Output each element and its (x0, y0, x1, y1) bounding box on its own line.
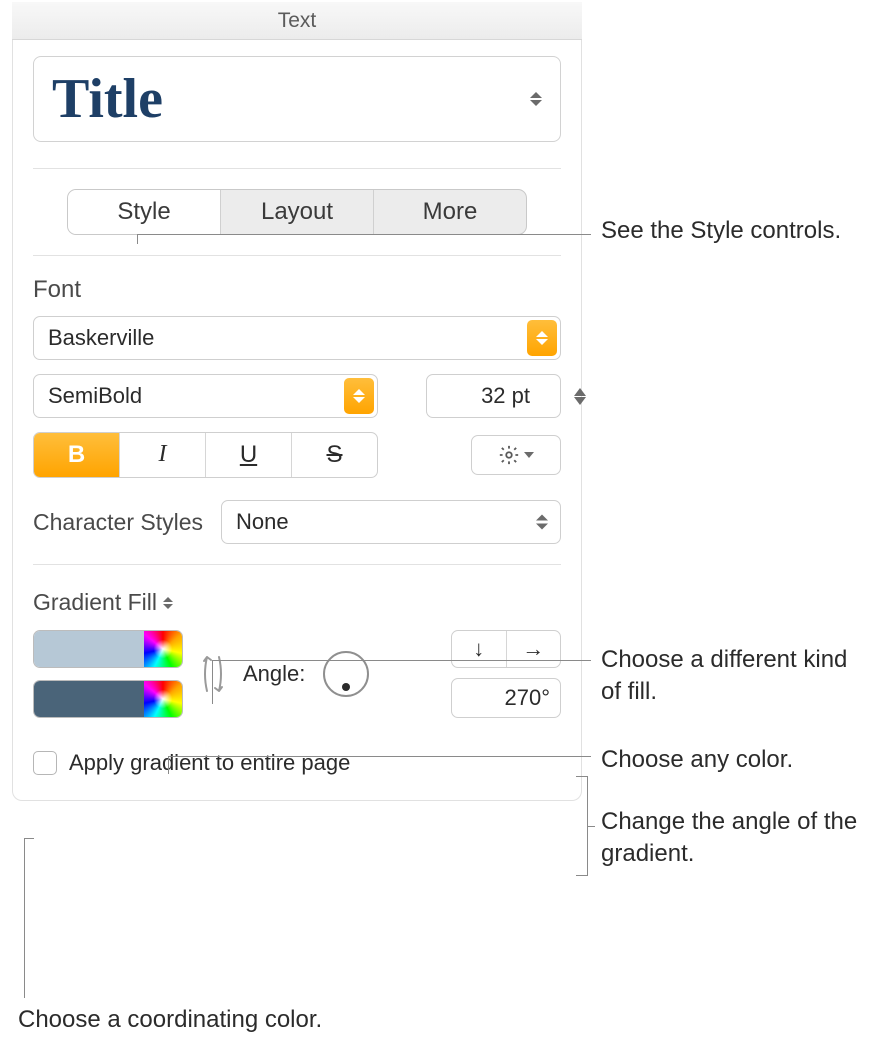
callout-lead (212, 660, 591, 661)
font-size-stepper[interactable] (569, 374, 591, 418)
popup-arrows-icon (344, 378, 374, 414)
callout-style-controls: See the Style controls. (601, 215, 871, 247)
angle-value: 270° (504, 685, 550, 710)
apply-entire-page-checkbox[interactable] (33, 751, 57, 775)
divider (33, 168, 561, 169)
callout-fill-kind: Choose a different kind of fill. (601, 644, 871, 709)
gradient-controls: Angle: ↓ → 270° (33, 630, 561, 718)
color-swatch-1[interactable] (34, 631, 144, 667)
tabs-segmented: Style Layout More (67, 189, 527, 235)
paragraph-style-dropdown[interactable]: Title (33, 56, 561, 142)
biu-row: B I U S (33, 432, 561, 478)
divider (33, 564, 561, 565)
stepper-up-icon (574, 388, 586, 396)
swap-icon (201, 649, 225, 699)
tab-more[interactable]: More (374, 190, 526, 234)
gradient-color-1 (33, 630, 183, 668)
popup-arrows-icon (527, 320, 557, 356)
bold-button[interactable]: B (34, 433, 120, 477)
gear-icon (498, 444, 520, 466)
chevron-updown-icon (163, 597, 173, 609)
apply-entire-page-label: Apply gradient to entire page (69, 750, 350, 776)
text-inspector-panel: Text Title Style Layout More Font Basker… (12, 2, 582, 801)
callout-any-color: Choose any color. (601, 744, 871, 776)
figure: Text Title Style Layout More Font Basker… (0, 0, 883, 1043)
chevron-updown-icon (528, 89, 544, 109)
angle-value-field[interactable]: 270° (451, 678, 561, 718)
apply-entire-page-row: Apply gradient to entire page (33, 750, 561, 776)
callout-lead (168, 756, 169, 774)
font-size-field[interactable]: 32 pt (426, 374, 561, 418)
color-swatch-2[interactable] (34, 681, 144, 717)
callout-lead (168, 756, 591, 757)
angle-column: ↓ → 270° (451, 630, 561, 718)
callout-lead (137, 234, 591, 235)
callout-coord-color: Choose a coordinating color. (18, 1004, 518, 1036)
direction-right-button[interactable]: → (507, 631, 561, 667)
divider (33, 255, 561, 256)
callout-angle: Change the angle of the gradient. (601, 806, 871, 871)
tab-style[interactable]: Style (68, 190, 221, 234)
font-weight-popup[interactable]: SemiBold (33, 374, 378, 418)
italic-button[interactable]: I (120, 433, 206, 477)
color-wheel-button[interactable] (144, 681, 182, 717)
fill-type-label: Gradient Fill (33, 589, 157, 616)
angle-knob[interactable] (323, 651, 369, 697)
callout-lead (587, 826, 595, 827)
font-section-label: Font (33, 276, 561, 304)
swap-colors-button[interactable] (201, 649, 225, 699)
direction-down-button[interactable]: ↓ (452, 631, 507, 667)
text-style-group: B I U S (33, 432, 378, 478)
gradient-color-2 (33, 680, 183, 718)
color-wells (33, 630, 183, 718)
angle-direction-segmented: ↓ → (451, 630, 561, 668)
weight-size-row: SemiBold 32 pt (33, 374, 561, 418)
character-styles-row: Character Styles None (33, 500, 561, 544)
color-wheel-button[interactable] (144, 631, 182, 667)
panel-title: Text (12, 2, 582, 40)
character-styles-label: Character Styles (33, 509, 203, 536)
character-styles-value: None (236, 509, 289, 534)
callout-lead (24, 838, 25, 998)
callout-lead (24, 838, 34, 839)
font-family-value: Baskerville (48, 325, 154, 350)
advanced-options-button[interactable] (471, 435, 561, 475)
callout-lead (137, 234, 138, 244)
paragraph-style-name: Title (52, 71, 542, 127)
chevron-updown-icon (536, 515, 548, 530)
panel-content: Title Style Layout More Font Baskerville… (12, 40, 582, 801)
font-weight-value: SemiBold (48, 383, 142, 408)
chevron-down-icon (524, 452, 534, 458)
callout-lead (212, 660, 213, 704)
tab-layout[interactable]: Layout (221, 190, 374, 234)
underline-button[interactable]: U (206, 433, 292, 477)
angle-label: Angle: (243, 661, 305, 687)
stepper-down-icon (574, 397, 586, 405)
font-family-popup[interactable]: Baskerville (33, 316, 561, 360)
fill-type-popup[interactable]: Gradient Fill (33, 589, 173, 616)
font-size-value: 32 pt (481, 383, 530, 408)
strikethrough-button[interactable]: S (292, 433, 377, 477)
character-styles-popup[interactable]: None (221, 500, 561, 544)
